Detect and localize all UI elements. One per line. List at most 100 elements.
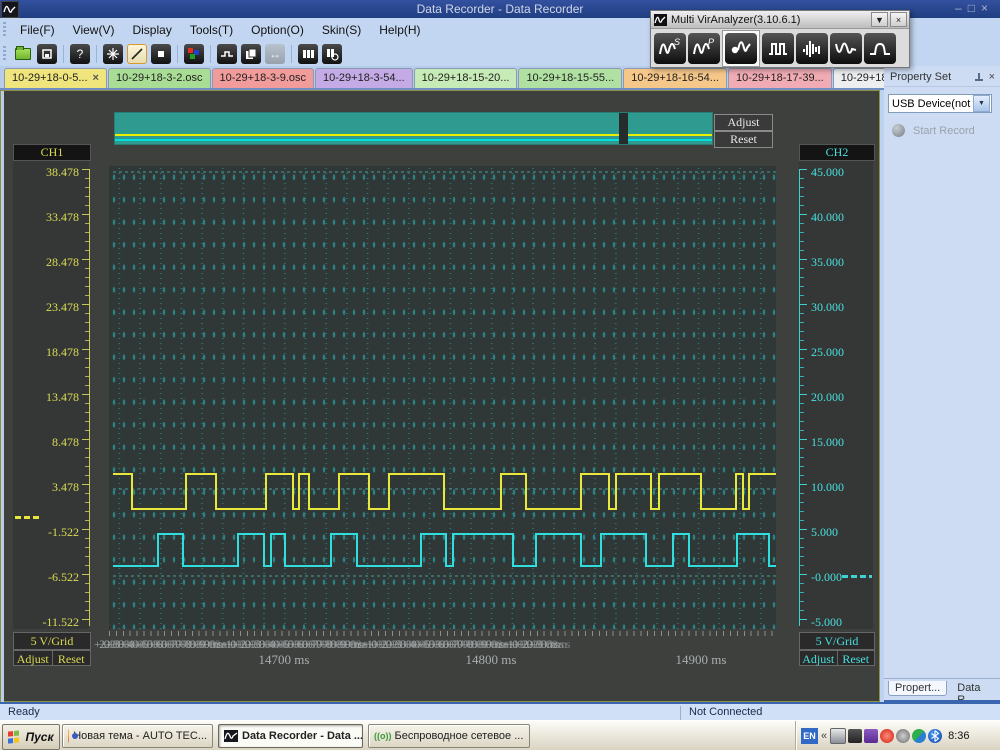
- columns-record-icon[interactable]: [322, 44, 342, 64]
- analyzer-title-bar[interactable]: Multi VirAnalyzer(3.10.6.1) ▼ ×: [651, 11, 909, 29]
- ch2-adjust-button[interactable]: Adjust: [799, 650, 838, 666]
- time-axis-ticks: [109, 631, 776, 636]
- time-axis-major-label: 14800 ms: [465, 652, 517, 667]
- tab-file-6[interactable]: 10-29+18-15-55...: [518, 68, 623, 88]
- ch1-tick-label: 33.478: [46, 210, 79, 224]
- time-axis-major-label: 14700 ms: [258, 652, 310, 667]
- media-device-icon[interactable]: [864, 729, 879, 743]
- ch1-tick-label: 23.478: [46, 300, 79, 314]
- close-icon[interactable]: ×: [93, 72, 99, 84]
- ch2-reset-button[interactable]: Reset: [837, 650, 875, 666]
- save-icon[interactable]: [37, 44, 57, 64]
- chevron-down-icon[interactable]: ▼: [973, 95, 990, 112]
- bluetooth-icon[interactable]: [928, 729, 943, 743]
- menu-display[interactable]: Display: [123, 20, 180, 40]
- display-settings-icon[interactable]: [848, 729, 863, 743]
- stop-icon[interactable]: [151, 44, 171, 64]
- ch2-tick-label: 5.000: [811, 525, 838, 539]
- line-tool-icon[interactable]: [127, 44, 147, 64]
- columns-icon[interactable]: [298, 44, 318, 64]
- start-button[interactable]: Пуск: [2, 724, 60, 750]
- ch2-ground-marker[interactable]: [842, 575, 872, 578]
- ch1-tick-label: 28.478: [46, 255, 79, 269]
- open-folder-icon[interactable]: [13, 44, 33, 64]
- menu-help[interactable]: Help(H): [370, 20, 429, 40]
- help-icon[interactable]: ?: [70, 44, 90, 64]
- tab-file-7[interactable]: 10-29+18-16-54...: [623, 68, 727, 88]
- tray-expand-icon[interactable]: «: [821, 730, 827, 742]
- taskbar-clock[interactable]: 8:36: [948, 730, 969, 742]
- ch2-header: CH2: [799, 144, 875, 161]
- logic-analyzer-icon[interactable]: [762, 32, 794, 64]
- language-indicator[interactable]: EN: [801, 728, 818, 744]
- menu-view[interactable]: View(V): [64, 20, 124, 40]
- ch1-adjust-button[interactable]: Adjust: [13, 650, 53, 666]
- maximize-button[interactable]: □: [968, 1, 981, 15]
- ch2-tick-label: 40.000: [811, 210, 844, 224]
- start-record-button[interactable]: Start Record: [892, 124, 975, 137]
- ch1-tick-ruler: [82, 169, 90, 626]
- resize-arrows-icon[interactable]: ↔: [265, 44, 285, 64]
- chevron-down-icon[interactable]: ▼: [871, 12, 888, 27]
- tab-property-set[interactable]: Propert...: [888, 681, 948, 696]
- menu-option[interactable]: Option(O): [242, 20, 313, 40]
- analyzer-title: Multi VirAnalyzer(3.10.6.1): [671, 13, 801, 26]
- copy-pages-icon[interactable]: [241, 44, 261, 64]
- close-button[interactable]: ×: [981, 1, 994, 15]
- color-palette-icon[interactable]: [184, 44, 204, 64]
- ch1-tick-label: -11.522: [42, 615, 79, 629]
- data-recorder-icon: [224, 730, 238, 742]
- property-set-panel: Property Set × USB Device(not c ▼ Start …: [884, 66, 1000, 706]
- device-select[interactable]: USB Device(not c ▼: [888, 94, 992, 113]
- volume-muted-icon[interactable]: [896, 729, 911, 743]
- panel-close-icon[interactable]: ×: [989, 71, 995, 83]
- overview-adjust-button[interactable]: Adjust: [714, 114, 773, 131]
- ch1-tick-label: 13.478: [46, 390, 79, 404]
- property-panel-title: Property Set: [890, 71, 952, 83]
- signal-burst-icon[interactable]: [796, 32, 828, 64]
- tab-file-1[interactable]: 10-29+18-0-5... ×: [4, 68, 107, 88]
- minimize-button[interactable]: –: [955, 1, 968, 15]
- taskbar: Пуск Новая тема - AUTO TEC... Data Recor…: [0, 720, 1000, 750]
- tab-file-2[interactable]: 10-29+18-3-2.osc: [107, 68, 211, 88]
- taskbar-item-wireless[interactable]: ((o)) Беспроводное сетевое ...: [368, 724, 530, 748]
- burst-icon[interactable]: [103, 44, 123, 64]
- toolbar-grip: [3, 22, 6, 38]
- analyzer-app-icon: [654, 13, 667, 26]
- tab-file-3[interactable]: 10-29+18-3-9.osc: [211, 68, 315, 88]
- network-monitor-icon[interactable]: [830, 728, 847, 744]
- data-recorder-icon[interactable]: [725, 32, 757, 64]
- network-globe-icon[interactable]: [912, 729, 927, 743]
- overview-pan-bar[interactable]: [114, 112, 713, 145]
- taskbar-item-browser[interactable]: Новая тема - AUTO TEC...: [62, 724, 213, 748]
- menu-tools[interactable]: Tools(T): [181, 20, 242, 40]
- analyzer-close-icon[interactable]: ×: [890, 12, 907, 27]
- tab-file-5[interactable]: 10-29+18-15-20...: [413, 68, 518, 88]
- ch2-vgrid-label: 5 V/Grid: [799, 632, 875, 650]
- ch1-tick-label: 3.478: [52, 480, 79, 494]
- device-select-value: USB Device(not c: [892, 97, 973, 110]
- pin-icon[interactable]: [974, 72, 983, 82]
- ch1-ground-marker[interactable]: [15, 516, 42, 519]
- ch2-tick-label: -5.000: [811, 615, 842, 629]
- ch1-reset-button[interactable]: Reset: [52, 650, 91, 666]
- pulse-icon[interactable]: [864, 32, 896, 64]
- tab-file-8[interactable]: 10-29+18-17-39...: [727, 68, 832, 88]
- wave-step-icon[interactable]: [217, 44, 237, 64]
- taskbar-item-data-recorder[interactable]: Data Recorder - Data ...: [218, 724, 363, 748]
- overview-reset-button[interactable]: Reset: [714, 131, 773, 148]
- time-axis-major-label: 14900 ms: [675, 652, 727, 667]
- ch1-header: CH1: [13, 144, 91, 161]
- tab-file-4[interactable]: 10-29+18-3-54...: [315, 68, 413, 88]
- sweep-wave-icon[interactable]: [830, 32, 862, 64]
- toolbar-grip: [3, 46, 6, 62]
- ch1-tick-label: 8.478: [52, 435, 79, 449]
- waveform-traces: [113, 171, 776, 577]
- antivirus-icon[interactable]: [880, 729, 895, 743]
- start-record-label: Start Record: [913, 124, 975, 137]
- spectrum-s-icon[interactable]: S: [654, 32, 686, 64]
- spectrum-p-icon[interactable]: P: [688, 32, 720, 64]
- overview-view-slot[interactable]: [619, 113, 628, 144]
- menu-skin[interactable]: Skin(S): [313, 20, 370, 40]
- menu-file[interactable]: File(F): [11, 20, 64, 40]
